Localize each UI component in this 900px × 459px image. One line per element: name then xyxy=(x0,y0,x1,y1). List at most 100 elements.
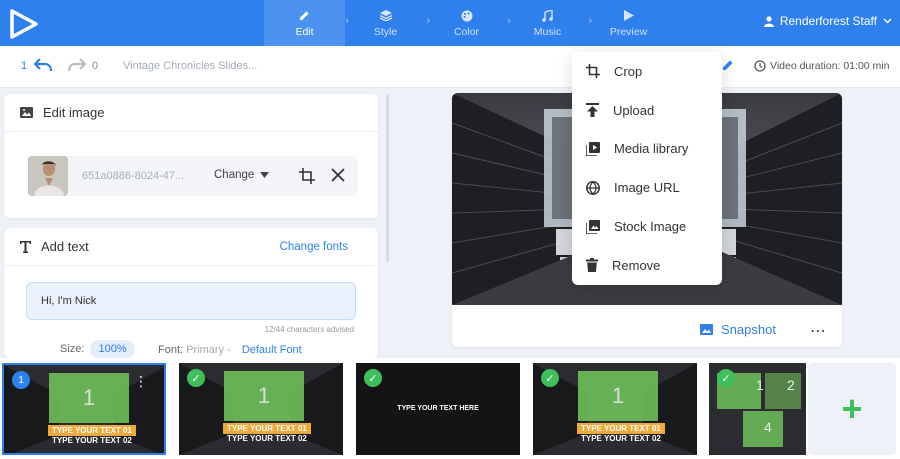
step-edit[interactable]: Edit › xyxy=(264,0,349,46)
check-icon: ✓ xyxy=(364,369,382,387)
slide-center-text: TYPE YOUR TEXT HERE xyxy=(397,405,479,412)
image-file-name: 651a0886-8024-47... xyxy=(82,170,185,182)
edit-image-panel: Edit image 651a0886-8024-47... Change xyxy=(4,94,378,218)
menu-item-remove[interactable]: Remove xyxy=(572,246,722,285)
menu-item-media-library-label: Media library xyxy=(614,141,689,157)
grid-cell-4: 4 xyxy=(764,419,772,435)
step-music-label: Music xyxy=(533,25,562,38)
edit-title-icon[interactable] xyxy=(722,59,734,71)
chevron-down-icon xyxy=(883,18,892,24)
slide-text-line-2: TYPE YOUR TEXT 02 xyxy=(227,434,307,443)
font-control: Font: Primary - Default Font xyxy=(158,344,302,356)
slide-thumbnail[interactable]: 1 ⋮ 1 TYPE YOUR TEXT 01 TYPE YOUR TEXT 0… xyxy=(2,363,166,455)
slide-number-badge: 1 xyxy=(12,371,30,389)
step-color-label: Color xyxy=(453,25,480,38)
palette-icon xyxy=(461,9,473,23)
close-icon[interactable] xyxy=(331,168,345,182)
add-slide-button[interactable]: + xyxy=(808,363,896,455)
size-value[interactable]: 100% xyxy=(90,340,135,358)
snapshot-button[interactable]: Snapshot xyxy=(700,322,776,337)
layers-icon xyxy=(379,9,392,23)
menu-item-crop-label: Crop xyxy=(614,63,643,79)
menu-item-image-url-label: Image URL xyxy=(614,180,680,196)
menu-item-remove-label: Remove xyxy=(612,257,661,273)
check-icon: ✓ xyxy=(717,369,735,387)
step-music[interactable]: Music › xyxy=(507,0,592,46)
size-control: Size: 100% xyxy=(60,340,135,358)
step-color[interactable]: Color › xyxy=(426,0,511,46)
globe-icon xyxy=(586,180,600,195)
slide-placeholder-box: 1 xyxy=(224,371,304,421)
image-icon xyxy=(20,107,33,118)
play-icon xyxy=(623,9,634,23)
user-icon xyxy=(763,15,774,27)
size-label: Size: xyxy=(60,343,85,355)
slides-timeline: 1 ⋮ 1 TYPE YOUR TEXT 01 TYPE YOUR TEXT 0… xyxy=(0,358,900,459)
menu-item-stock-image[interactable]: Stock Image xyxy=(572,207,722,246)
image-options-menu: Crop Upload Media library Image URL Stoc… xyxy=(572,52,722,285)
video-duration-text: Video duration: 01:00 min xyxy=(770,60,890,72)
add-text-title: Add text xyxy=(41,239,89,254)
menu-item-image-url[interactable]: Image URL xyxy=(572,168,722,207)
project-title[interactable]: Vintage Chronicles Slides... xyxy=(123,60,257,72)
font-default-link[interactable]: Default Font xyxy=(242,344,302,356)
slide-placeholder-box: 1 xyxy=(578,371,658,421)
check-icon: ✓ xyxy=(187,369,205,387)
step-edit-label: Edit xyxy=(295,25,314,38)
image-thumbnail[interactable] xyxy=(28,156,68,196)
undo-icon[interactable] xyxy=(34,57,52,73)
slide-thumbnail[interactable]: ✓ TYPE YOUR TEXT HERE xyxy=(356,363,520,455)
character-advice: 12/44 characters advised xyxy=(264,325,354,334)
undo-count: 1 xyxy=(21,60,28,72)
text-input-field[interactable]: Hi, I'm Nick xyxy=(26,282,356,320)
add-text-panel: Add text Change fonts Hi, I'm Nick 12/44… xyxy=(4,228,378,358)
edit-image-header: Edit image xyxy=(4,94,378,132)
stock-image-icon xyxy=(586,219,600,234)
image-item: 651a0886-8024-47... Change xyxy=(26,156,358,196)
slide-text-line-2: TYPE YOUR TEXT 02 xyxy=(52,436,132,445)
slide-placeholder-box: 1 xyxy=(49,373,129,423)
slide-thumbnail[interactable]: ✓ 1 TYPE YOUR TEXT 01 TYPE YOUR TEXT 02 xyxy=(179,363,343,455)
editor-toolbar: 1 0 Vintage Chronicles Slides... Video d… xyxy=(0,46,900,88)
menu-item-crop[interactable]: Crop xyxy=(572,52,722,91)
menu-item-stock-image-label: Stock Image xyxy=(614,219,687,235)
text-icon xyxy=(20,240,31,253)
trash-icon xyxy=(586,258,598,273)
video-duration: Video duration: 01:00 min xyxy=(754,60,889,72)
change-image-label: Change xyxy=(214,169,255,181)
menu-item-upload[interactable]: Upload xyxy=(572,91,722,130)
snapshot-label: Snapshot xyxy=(721,322,776,337)
step-style[interactable]: Style › xyxy=(345,0,430,46)
menu-item-upload-label: Upload xyxy=(613,102,655,118)
slide-menu-icon[interactable]: ⋮ xyxy=(134,373,148,390)
editor-steps: Edit › Style › Color › Music › Preview xyxy=(264,0,669,46)
renderforest-logo[interactable] xyxy=(8,8,40,40)
clock-icon xyxy=(754,60,766,72)
crop-icon[interactable] xyxy=(299,168,315,184)
crop-icon xyxy=(586,64,600,79)
top-navigation-bar: Edit › Style › Color › Music › Preview R… xyxy=(0,0,900,46)
redo-icon[interactable] xyxy=(68,57,86,73)
image-icon xyxy=(700,324,713,335)
change-fonts-link[interactable]: Change fonts xyxy=(280,241,348,253)
user-menu[interactable]: Renderforest Staff xyxy=(763,14,892,28)
music-note-icon xyxy=(542,9,553,23)
pencil-icon xyxy=(299,9,310,23)
slide-text-line-2: TYPE YOUR TEXT 02 xyxy=(581,434,661,443)
menu-item-media-library[interactable]: Media library xyxy=(572,130,722,169)
user-name: Renderforest Staff xyxy=(779,14,877,28)
slide-thumbnail[interactable]: ✓ 1 TYPE YOUR TEXT 01 TYPE YOUR TEXT 02 xyxy=(533,363,697,455)
change-image-button[interactable]: Change xyxy=(214,169,270,181)
font-label: Font: xyxy=(158,344,184,356)
caret-down-icon xyxy=(260,172,270,178)
slide-thumbnail[interactable]: ✓ 1 2 4 xyxy=(709,363,806,455)
left-panel-scrollbar[interactable] xyxy=(386,94,389,262)
step-style-label: Style xyxy=(373,25,398,38)
plus-icon: + xyxy=(841,388,863,429)
step-preview[interactable]: Preview xyxy=(588,0,669,46)
upload-icon xyxy=(586,103,599,118)
more-options-icon[interactable]: ⋯ xyxy=(810,321,827,341)
redo-count: 0 xyxy=(92,60,99,72)
grid-cell-1: 1 xyxy=(756,377,764,393)
edit-image-title: Edit image xyxy=(43,105,105,120)
